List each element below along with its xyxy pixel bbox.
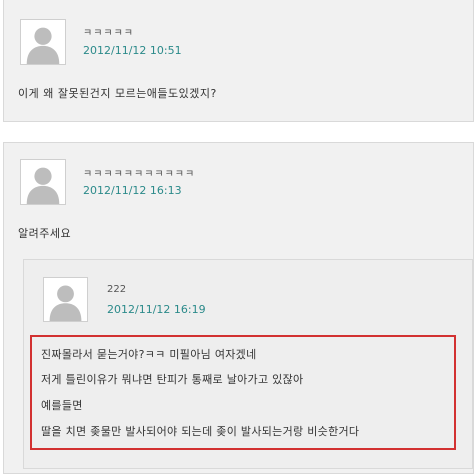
comment-author-name[interactable]: ㅋㅋㅋㅋㅋ [83, 24, 134, 39]
comment-author-name[interactable]: ㅋㅋㅋㅋㅋㅋㅋㅋㅋㅋㅋ [83, 165, 195, 180]
default-avatar-icon[interactable] [20, 159, 66, 205]
reply-body-line: 예를들면 [41, 399, 83, 412]
reply-date: 2012/11/12 16:19 [107, 303, 206, 316]
reply-body-line: 저게 틀린이유가 뭐냐면 탄피가 통째로 날아가고 있잖아 [41, 373, 304, 386]
comment-body: 이게 왜 잘못된건지 모르는애들도있겠지? [18, 87, 217, 100]
reply-body-line: 진짜몰라서 묻는거야?ㅋㅋ 미필아님 여자겠네 [41, 348, 257, 361]
default-avatar-icon[interactable] [43, 277, 88, 322]
user-silhouette-icon [21, 20, 65, 64]
user-silhouette-icon [44, 278, 87, 321]
default-avatar-icon[interactable] [20, 19, 66, 65]
comment-body: 알려주세요 [18, 227, 72, 240]
comment-date: 2012/11/12 10:51 [83, 44, 182, 57]
reply-body-line: 딸을 치면 좆물만 발사되어야 되는데 좆이 발사되는거랑 비슷한거다 [41, 425, 360, 438]
comment-card: ㅋㅋㅋㅋㅋ 2012/11/12 10:51 이게 왜 잘못된건지 모르는애들도… [3, 0, 474, 122]
user-silhouette-icon [21, 160, 65, 204]
comment-date: 2012/11/12 16:13 [83, 184, 182, 197]
reply-author-name[interactable]: 222 [107, 284, 126, 295]
